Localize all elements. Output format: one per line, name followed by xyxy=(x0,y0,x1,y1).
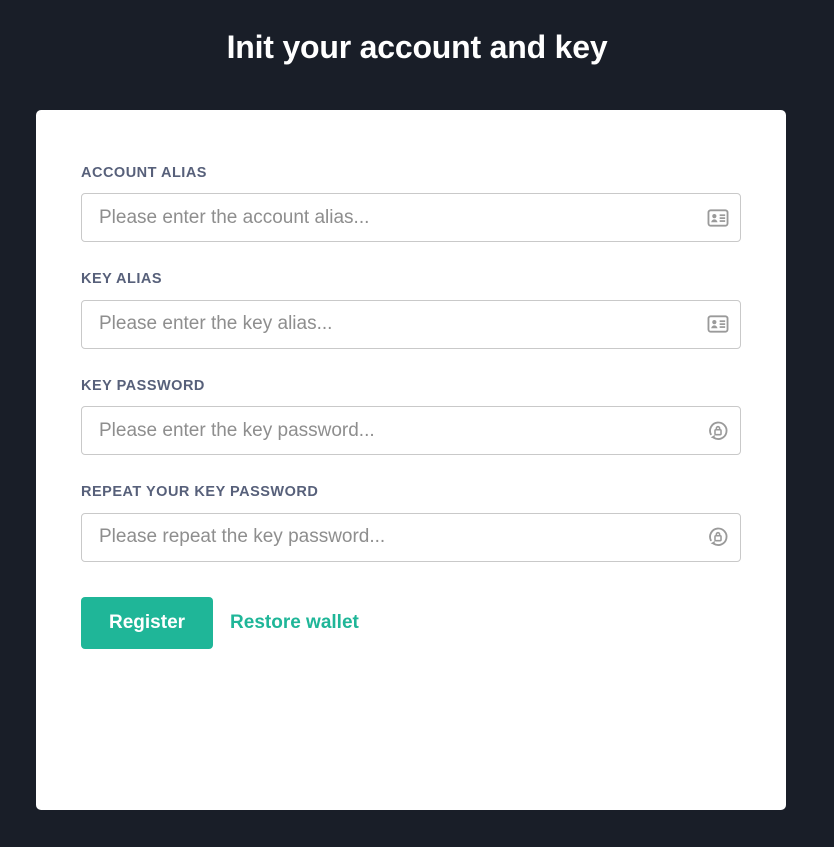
field-repeat-key-password: REPEAT YOUR KEY PASSWORD xyxy=(81,484,741,562)
key-password-input[interactable] xyxy=(82,407,740,455)
form-actions: Register Restore wallet xyxy=(81,596,741,649)
register-button[interactable]: Register xyxy=(81,596,214,649)
init-account-page: Init your account and key ACCOUNT ALIAS xyxy=(0,0,834,847)
key-alias-input[interactable] xyxy=(82,300,740,348)
page-title: Init your account and key xyxy=(226,29,608,65)
input-wrap-repeat-key-password[interactable] xyxy=(81,512,741,562)
field-key-alias: KEY ALIAS xyxy=(81,271,741,349)
field-label-key-password: KEY PASSWORD xyxy=(81,377,205,394)
field-label-key-alias: KEY ALIAS xyxy=(81,271,163,288)
field-account-alias: ACCOUNT ALIAS xyxy=(81,165,741,243)
input-wrap-account-alias[interactable] xyxy=(81,193,741,243)
input-wrap-key-password[interactable] xyxy=(81,406,741,456)
account-alias-input[interactable] xyxy=(82,194,740,242)
field-key-password: KEY PASSWORD xyxy=(81,377,741,456)
restore-wallet-link[interactable]: Restore wallet xyxy=(230,597,359,649)
repeat-key-password-input[interactable] xyxy=(82,513,740,561)
field-label-account-alias: ACCOUNT ALIAS xyxy=(81,165,207,181)
field-label-repeat-key-password: REPEAT YOUR KEY PASSWORD xyxy=(81,484,319,501)
input-wrap-key-alias[interactable] xyxy=(81,299,741,349)
registration-card: ACCOUNT ALIAS Please enter the account a… xyxy=(36,110,786,810)
registration-form: ACCOUNT ALIAS Please enter the account a… xyxy=(81,165,741,649)
